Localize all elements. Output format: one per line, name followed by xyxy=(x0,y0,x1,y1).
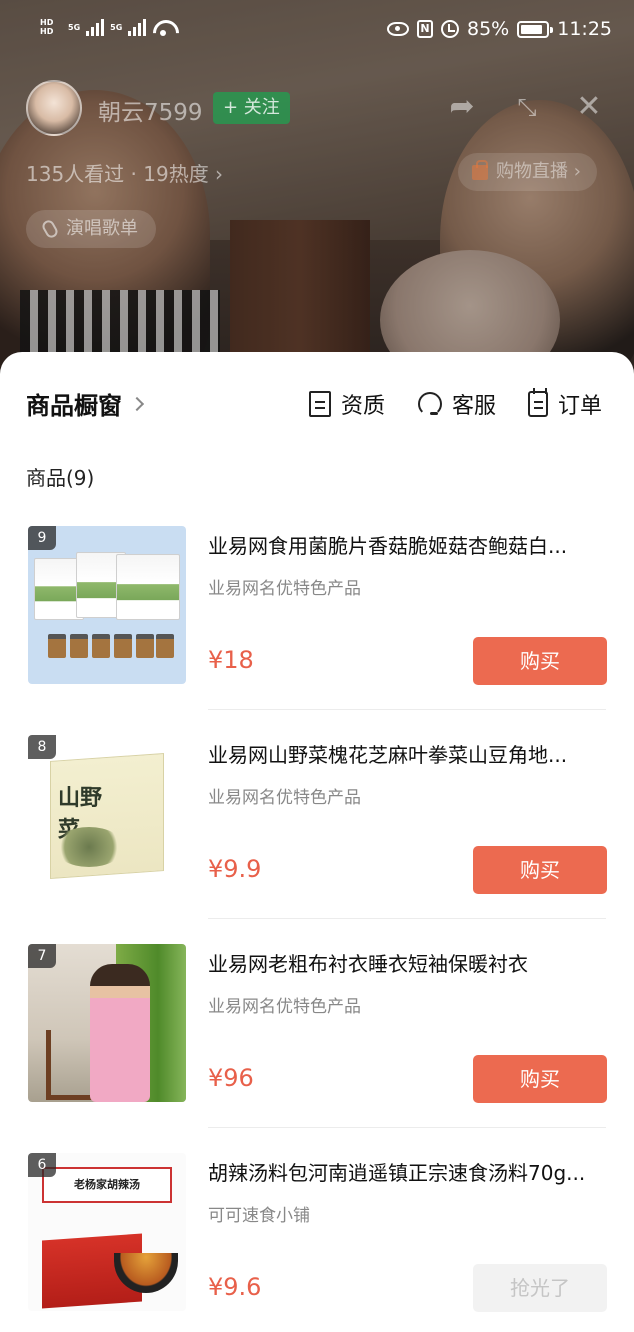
thumbnail-band-text: 老杨家胡辣汤 xyxy=(42,1167,172,1203)
microphone-icon xyxy=(40,218,60,240)
close-icon[interactable]: ✕ xyxy=(572,90,606,124)
product-shop: 业易网名优特色产品 xyxy=(208,997,361,1017)
anchor-name[interactable]: 朝云7599 xyxy=(98,93,203,127)
headset-icon xyxy=(418,392,442,416)
shopping-live-button[interactable]: 购物直播 › xyxy=(458,153,597,191)
product-shop: 业易网名优特色产品 xyxy=(208,579,361,599)
rank-badge: 6 xyxy=(28,1153,56,1177)
alarm-icon xyxy=(441,20,459,38)
battery-percent: 85% xyxy=(467,18,510,40)
document-icon xyxy=(309,391,331,417)
minimize-icon[interactable]: ⤡ xyxy=(510,90,544,124)
nfc-icon: N xyxy=(417,20,433,38)
product-thumbnail[interactable]: 8 山野菜 xyxy=(28,735,186,893)
network-5g-tag: 5G xyxy=(68,22,81,32)
sheet-header: 商品橱窗 资质 客服 订单 xyxy=(0,352,634,452)
shopping-bag-icon xyxy=(472,159,488,180)
rank-badge: 9 xyxy=(28,526,56,550)
product-thumbnail[interactable]: 6 老杨家胡辣汤 xyxy=(28,1153,186,1311)
product-title[interactable]: 业易网老粗布衬衣睡衣短袖保暖衬衣 xyxy=(208,948,598,977)
sold-out-button: 抢光了 xyxy=(473,1264,607,1312)
rank-badge: 8 xyxy=(28,735,56,759)
shopping-live-label: 购物直播 › xyxy=(496,161,581,182)
customer-service-button[interactable]: 客服 xyxy=(418,388,496,420)
clock: 11:25 xyxy=(557,18,612,40)
chevron-right-icon xyxy=(129,396,145,411)
product-item[interactable]: 9 业易网食用菌脆片香菇脆姬菇杏鲍菇白... 业易网名优特色产品 ¥18 购买 xyxy=(0,526,634,735)
buy-button[interactable]: 购买 xyxy=(473,846,607,894)
product-title[interactable]: 胡辣汤料包河南逍遥镇正宗速食汤料70g... xyxy=(208,1157,598,1186)
divider xyxy=(208,1127,606,1128)
product-title[interactable]: 业易网山野菜槐花芝麻叶拳菜山豆角地... xyxy=(208,739,598,768)
orders-label: 订单 xyxy=(558,394,603,419)
product-shop: 业易网名优特色产品 xyxy=(208,788,361,808)
product-item[interactable]: 6 老杨家胡辣汤 胡辣汤料包河南逍遥镇正宗速食汤料70g... 可可速食小铺 ¥… xyxy=(0,1153,634,1332)
qualification-button[interactable]: 资质 xyxy=(309,388,385,420)
eye-icon xyxy=(387,22,409,36)
live-video: HD HD 5G 5G N 85% 11:25 朝云7599 + 关注 ➦ ⤡ ✕… xyxy=(0,0,634,380)
song-list-button[interactable]: 演唱歌单 xyxy=(26,210,156,248)
divider xyxy=(208,918,606,919)
product-item[interactable]: 8 山野菜 业易网山野菜槐花芝麻叶拳菜山豆角地... 业易网名优特色产品 ¥9.… xyxy=(0,735,634,944)
product-thumbnail[interactable]: 9 xyxy=(28,526,186,684)
qualification-label: 资质 xyxy=(341,394,386,419)
showcase-title[interactable]: 商品橱窗 xyxy=(26,386,145,421)
product-title[interactable]: 业易网食用菌脆片香菇脆姬菇杏鲍菇白... xyxy=(208,530,598,559)
showcase-title-text: 商品橱窗 xyxy=(26,392,122,420)
customer-service-label: 客服 xyxy=(452,394,497,419)
follow-button[interactable]: + 关注 xyxy=(213,92,290,124)
status-bar: HD HD 5G 5G N 85% 11:25 xyxy=(0,0,634,62)
product-shop: 可可速食小铺 xyxy=(208,1206,310,1226)
signal-icon xyxy=(86,18,105,36)
signal-icon-2 xyxy=(128,18,147,36)
rank-badge: 7 xyxy=(28,944,56,968)
product-sheet: 商品橱窗 资质 客服 订单 商品(9) 9 业易网食用菌脆片香菇脆姬菇杏鲍菇白.… xyxy=(0,352,634,1332)
sim1-tag: HD HD xyxy=(40,18,54,36)
network-5g-tag-2: 5G xyxy=(110,22,123,32)
buy-button[interactable]: 购买 xyxy=(473,1055,607,1103)
anchor-avatar[interactable] xyxy=(26,80,82,136)
product-item[interactable]: 7 业易网老粗布衬衣睡衣短袖保暖衬衣 业易网名优特色产品 ¥96 购买 xyxy=(0,944,634,1153)
wifi-icon xyxy=(152,18,174,36)
song-list-label: 演唱歌单 xyxy=(66,218,138,239)
product-price: ¥18 xyxy=(208,646,254,674)
share-icon[interactable]: ➦ xyxy=(445,90,479,124)
product-price: ¥9.6 xyxy=(208,1273,262,1301)
thumbnail-logo-text: 山野菜 xyxy=(58,786,103,843)
product-count: 商品(9) xyxy=(26,466,95,490)
product-price: ¥96 xyxy=(208,1064,254,1092)
orders-button[interactable]: 订单 xyxy=(528,388,602,420)
clipboard-icon xyxy=(528,388,548,417)
product-price: ¥9.9 xyxy=(208,855,262,883)
viewer-stats[interactable]: 135人看过 · 19热度 › xyxy=(26,158,223,187)
battery-icon xyxy=(517,20,554,38)
buy-button[interactable]: 购买 xyxy=(473,637,607,685)
divider xyxy=(208,709,606,710)
product-thumbnail[interactable]: 7 xyxy=(28,944,186,1102)
